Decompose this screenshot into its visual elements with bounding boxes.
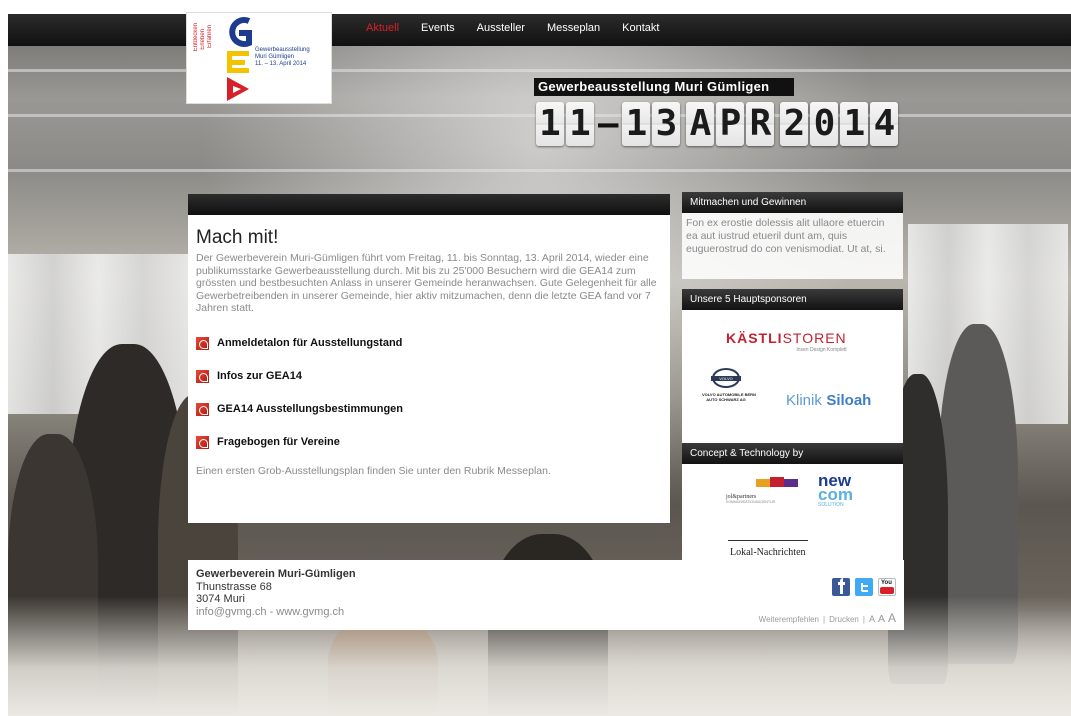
technology-title: Concept & Technology by <box>682 443 903 464</box>
print-link[interactable]: Drucken <box>829 615 859 624</box>
month-letter: A <box>686 102 715 146</box>
facebook-icon[interactable] <box>832 578 850 596</box>
month-letter: R <box>746 102 775 146</box>
main-navigation: Aktuell Events Aussteller Messeplan Kont… <box>366 22 681 34</box>
event-dates: 1 1 – 1 3 A P R 2 0 1 4 <box>536 102 900 146</box>
nav-item-aussteller[interactable]: Aussteller <box>477 22 525 34</box>
organization-name: Gewerbeverein Muri-Gümligen <box>196 568 356 580</box>
page-footer: Gewerbeverein Muri-Gümligen Thunstrasse … <box>188 560 904 630</box>
messeplan-hint: Einen ersten Grob-Ausstellungsplan finde… <box>196 464 551 477</box>
sponsor-volvo[interactable]: VOLVO VOLVO AUTOMOBILE BERN AUTO SCHWARZ… <box>702 368 756 402</box>
panel-header-bar <box>188 194 670 215</box>
nav-item-messeplan[interactable]: Messeplan <box>547 22 600 34</box>
sponsors-title: Unsere 5 Hauptsponsoren <box>682 289 903 310</box>
pdf-icon <box>196 435 209 449</box>
year-digit: 4 <box>870 102 899 146</box>
logo-letters-icon <box>227 17 252 101</box>
website-link[interactable]: www.gvmg.ch <box>276 606 344 618</box>
social-links: You <box>832 578 896 596</box>
intro-text: Der Gewerbeverein Muri-Gümligen führt vo… <box>196 252 657 314</box>
document-link-bestimmungen[interactable]: GEA14 Ausstellungsbestimmungen <box>196 402 670 416</box>
pdf-icon <box>196 369 209 383</box>
date-digit: 3 <box>652 102 681 146</box>
document-link-anmeldetalon[interactable]: Anmeldetalon für Ausstellungstand <box>196 336 670 350</box>
font-size-large-button[interactable]: A <box>888 611 896 625</box>
jol-logo-icon <box>756 477 798 487</box>
date-digit: 1 <box>536 102 564 146</box>
city-address: 3074 Muri <box>196 593 245 605</box>
contest-title: Mitmachen und Gewinnen <box>682 192 903 213</box>
volvo-logo-icon: VOLVO <box>711 368 741 388</box>
main-content-panel: Mach mit! Der Gewerbeverein Muri-Gümlige… <box>188 194 670 523</box>
date-digit: 1 <box>622 102 651 146</box>
partner-jol[interactable]: jol&partners KOMMUNIKATIONSAGENTUR <box>726 476 802 504</box>
partner-lokal-nachrichten[interactable]: Lokal-Nachrichten <box>728 540 808 562</box>
year-digit: 1 <box>840 102 869 146</box>
partner-newcom[interactable]: new com SOLUTION <box>818 472 862 509</box>
contest-box: Mitmachen und Gewinnen Fon ex erostie do… <box>682 192 903 279</box>
event-title: Gewerbeausstellung Muri Gümligen <box>534 78 794 96</box>
document-link-infos[interactable]: Infos zur GEA14 <box>196 369 670 383</box>
nav-item-aktuell[interactable]: Aktuell <box>366 22 399 34</box>
pdf-icon <box>196 336 209 350</box>
page-title: Mach mit! <box>196 227 279 248</box>
logo-info: Gewerbeausstellung Muri Gümligen 11. – 1… <box>255 47 310 67</box>
gea-logo[interactable]: Entdecken Erleben Erfahren Gewerbeausste… <box>186 12 332 104</box>
month-letter: P <box>716 102 745 146</box>
nav-item-events[interactable]: Events <box>421 22 455 34</box>
year-digit: 2 <box>780 102 809 146</box>
document-link-fragebogen[interactable]: Fragebogen für Vereine <box>196 435 670 449</box>
date-separator: – <box>598 104 619 144</box>
sponsors-box: Unsere 5 Hauptsponsoren KÄSTLISTOREN Ins… <box>682 289 903 455</box>
sponsor-kaestli-storen[interactable]: KÄSTLISTOREN Insen Design Komplett <box>726 330 847 353</box>
year-digit: 0 <box>810 102 839 146</box>
logo-tagline: Entdecken Erleben Erfahren <box>193 23 213 52</box>
sponsor-klinik-siloah[interactable]: Klinik Siloah <box>786 392 871 410</box>
twitter-icon[interactable] <box>855 578 873 596</box>
page-tools: Weiterempfehlen | Drucken | A A A <box>758 611 896 625</box>
street-address: Thunstrasse 68 <box>196 580 272 593</box>
organization-address: Gewerbeverein Muri-Gümligen Thunstrasse … <box>196 568 356 618</box>
technology-box: Concept & Technology by jol&partners KOM… <box>682 443 903 572</box>
contest-text: Fon ex erostie dolessis alit ullaore etu… <box>682 213 903 279</box>
pdf-icon <box>196 402 209 416</box>
font-size-medium-button[interactable]: A <box>878 613 885 625</box>
youtube-icon[interactable]: You <box>878 578 896 596</box>
date-digit: 1 <box>566 102 594 146</box>
email-link[interactable]: info@gvmg.ch <box>196 606 266 618</box>
link-separator: - <box>266 605 277 618</box>
font-size-small-button[interactable]: A <box>869 614 875 624</box>
recommend-link[interactable]: Weiterempfehlen <box>759 615 819 624</box>
nav-item-kontakt[interactable]: Kontakt <box>622 22 659 34</box>
